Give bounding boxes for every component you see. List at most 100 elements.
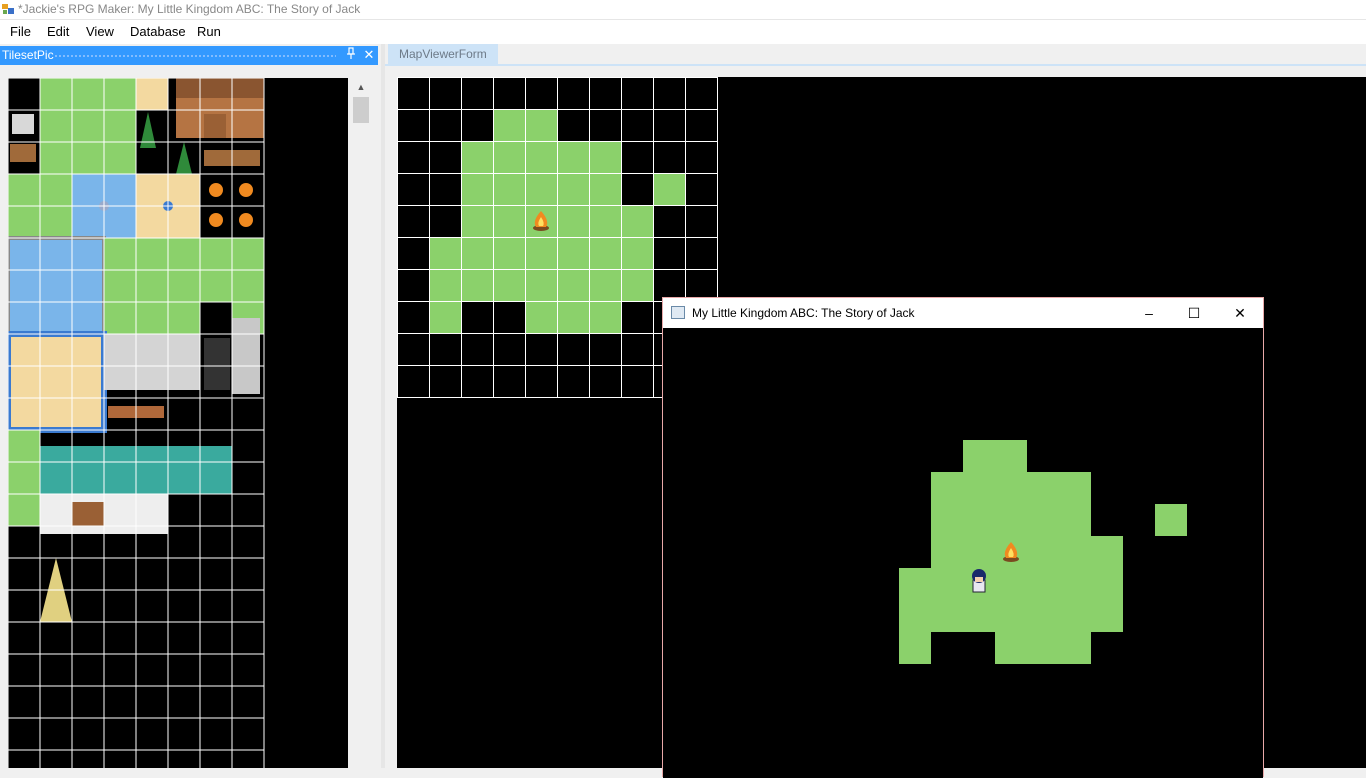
map-grass-tile	[525, 173, 557, 205]
app-title: *Jackie's RPG Maker: My Little Kingdom A…	[18, 2, 361, 16]
game-grass-tile	[963, 440, 995, 472]
maximize-button[interactable]: ☐	[1171, 298, 1217, 328]
map-grass-tile	[461, 237, 493, 269]
game-grass-tile	[995, 600, 1027, 632]
map-grass-tile	[461, 141, 493, 173]
map-grass-tile	[557, 237, 589, 269]
game-grass-tile	[963, 504, 995, 536]
menu-run[interactable]: Run	[197, 24, 221, 39]
map-grass-tile	[493, 173, 525, 205]
close-icon[interactable]: ✕	[361, 46, 377, 64]
menu-view[interactable]: View	[86, 24, 114, 39]
game-grass-tile	[1059, 568, 1091, 600]
tileset-grid	[8, 78, 265, 768]
map-grass-tile	[493, 237, 525, 269]
header-grip	[54, 54, 336, 58]
map-grass-tile	[589, 141, 621, 173]
game-grass-tile	[899, 632, 931, 664]
game-grass-tile	[995, 440, 1027, 472]
game-grass-tile	[1059, 600, 1091, 632]
game-grass-tile	[1059, 472, 1091, 504]
map-grass-tile	[493, 269, 525, 301]
window-icon	[671, 306, 685, 319]
scroll-up-icon[interactable]: ▲	[352, 78, 370, 96]
game-grass-tile	[931, 504, 963, 536]
game-window[interactable]: My Little Kingdom ABC: The Story of Jack…	[662, 297, 1264, 778]
map-grass-tile	[621, 269, 653, 301]
map-grass-tile	[557, 269, 589, 301]
game-grass-tile	[931, 472, 963, 504]
map-grass-tile	[589, 237, 621, 269]
game-window-titlebar[interactable]: My Little Kingdom ABC: The Story of Jack…	[663, 298, 1263, 328]
map-grass-tile	[589, 269, 621, 301]
close-button[interactable]: ✕	[1217, 298, 1263, 328]
map-grass-tile	[589, 205, 621, 237]
map-grass-tile	[429, 301, 461, 333]
game-view[interactable]	[663, 328, 1263, 778]
game-scene	[899, 440, 1187, 664]
game-grass-tile	[963, 600, 995, 632]
game-window-title: My Little Kingdom ABC: The Story of Jack	[692, 306, 915, 320]
map-grass-tile	[493, 109, 525, 141]
player-character	[972, 569, 986, 593]
menu-bar: File Edit View Database Run	[0, 20, 1366, 44]
tileset-scrollbar[interactable]: ▲	[352, 78, 370, 768]
scroll-thumb[interactable]	[353, 97, 369, 123]
map-grass-tile	[525, 141, 557, 173]
map-grass-tile	[493, 141, 525, 173]
game-grass-tile	[1091, 536, 1123, 568]
map-grass-tile	[461, 173, 493, 205]
map-grass-tile	[589, 173, 621, 205]
game-grass-tile	[1091, 568, 1123, 600]
game-grass-tile	[1027, 504, 1059, 536]
game-grass-tile	[899, 568, 931, 600]
map-grass-tile	[557, 173, 589, 205]
game-grass-tile	[1091, 600, 1123, 632]
game-grass-tile	[1059, 536, 1091, 568]
map-grass-tile	[557, 141, 589, 173]
map-grass-tile	[557, 301, 589, 333]
game-grass-tile	[1155, 504, 1187, 536]
menu-edit[interactable]: Edit	[47, 24, 69, 39]
pin-icon[interactable]	[344, 47, 358, 63]
game-grass-tile	[931, 568, 963, 600]
game-grass-tile	[1027, 568, 1059, 600]
map-grass-tile	[525, 269, 557, 301]
tileset-canvas[interactable]	[8, 78, 348, 768]
map-grass-tile	[429, 237, 461, 269]
map-grass-tile	[621, 205, 653, 237]
map-grass-tile	[461, 269, 493, 301]
tab-map-viewer[interactable]: MapViewerForm	[388, 44, 498, 64]
tab-strip-line	[385, 64, 1366, 66]
game-grass-tile	[963, 536, 995, 568]
map-grass-tile	[461, 205, 493, 237]
map-grass-tile	[589, 301, 621, 333]
tileset-panel: TilesetPic ✕ ▲	[0, 44, 381, 768]
app-icon	[2, 4, 14, 14]
map-grass-tile	[557, 205, 589, 237]
map-grass-tile	[525, 301, 557, 333]
game-grass-tile	[931, 536, 963, 568]
game-grass-tile	[1027, 472, 1059, 504]
minimize-button[interactable]: –	[1126, 298, 1172, 328]
game-grass-tile	[899, 600, 931, 632]
game-grass-tile	[995, 472, 1027, 504]
tileset-panel-header[interactable]: TilesetPic ✕	[0, 46, 378, 65]
map-grass-tile	[653, 173, 685, 205]
game-grass-tile	[931, 600, 963, 632]
game-grass-tile	[995, 568, 1027, 600]
game-grass-tile	[1059, 632, 1091, 664]
tileset-panel-title: TilesetPic	[2, 48, 54, 62]
map-grass-tile	[429, 269, 461, 301]
menu-database[interactable]: Database	[130, 24, 186, 39]
map-grass-tile	[493, 205, 525, 237]
game-grass-tile	[1027, 536, 1059, 568]
game-grass-tile	[995, 504, 1027, 536]
title-bar: *Jackie's RPG Maker: My Little Kingdom A…	[0, 0, 1366, 20]
game-grass-tile	[963, 472, 995, 504]
menu-file[interactable]: File	[10, 24, 31, 39]
game-grass-tile	[1059, 504, 1091, 536]
map-grass-tile	[621, 237, 653, 269]
game-grass-tile	[1027, 632, 1059, 664]
game-grass-tile	[1027, 600, 1059, 632]
